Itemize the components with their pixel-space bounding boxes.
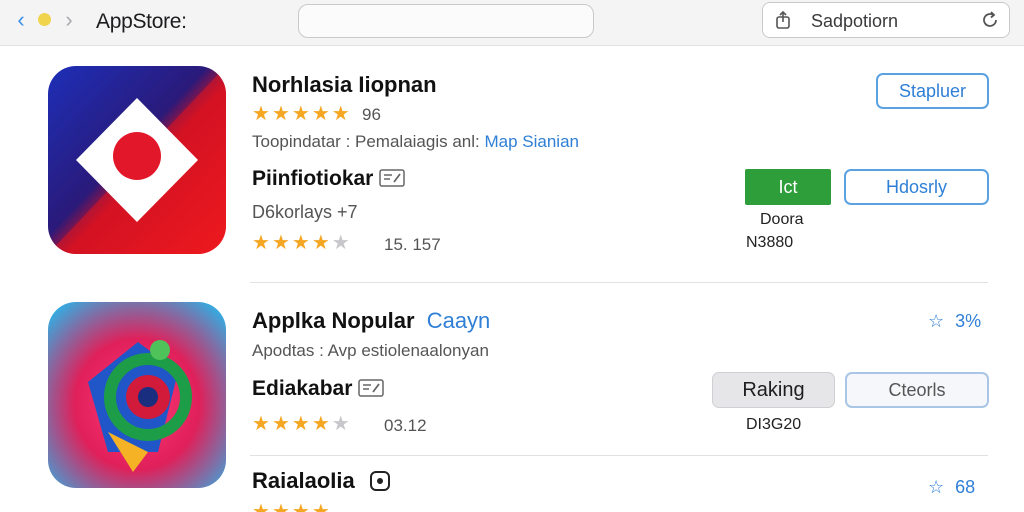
favorite-count-2: 3% — [955, 311, 982, 331]
chevron-left-icon[interactable]: ‹ — [10, 9, 32, 31]
star-icon: ★ — [252, 232, 270, 254]
star-icon: ★ — [311, 232, 330, 254]
row-divider — [250, 282, 988, 283]
star-rating-secondary-1: ★ ★ ★ ★ ★ — [252, 233, 350, 253]
developer-1: D6korlays +7 — [252, 202, 358, 222]
app-name-2[interactable]: Applka Nopular Caayn — [252, 308, 490, 334]
primary-button-2[interactable]: Raking — [712, 372, 835, 408]
star-icon: ★ — [271, 501, 290, 512]
star-icon: ★ — [291, 103, 310, 125]
star-outline-icon: ☆ — [928, 477, 945, 497]
app-description-2: Apodtas : Avp estiolenaalonyan — [252, 341, 489, 360]
star-rating-1: ★ ★ ★ ★ ★ — [252, 104, 350, 124]
app-title: AppStore: — [96, 10, 187, 33]
rating-count-1: 96 — [362, 105, 381, 124]
price-label-1: N3880 — [746, 234, 794, 251]
star-outline-icon: ☆ — [928, 311, 945, 331]
star-icon: ★ — [311, 103, 330, 125]
app-name-text: Applka Nopular — [252, 308, 415, 333]
rating-count-2: 03.12 — [384, 416, 427, 435]
app-name-3[interactable]: RaialaoIia — [252, 468, 391, 494]
star-icon: ★ — [291, 501, 310, 512]
rating-secondary-1: 15. 157 — [384, 235, 441, 254]
favorite-3[interactable]: ☆ 68 — [928, 477, 975, 498]
price-label-2: DI3G20 — [746, 416, 802, 433]
app-category-2[interactable]: Caayn — [427, 308, 491, 333]
share-icon[interactable] — [773, 10, 793, 30]
star-icon: ★ — [331, 232, 350, 254]
star-rating-3: ★ ★ ★ ★ — [252, 502, 330, 512]
chevron-right-icon[interactable]: › — [60, 9, 78, 31]
row-divider — [250, 455, 988, 456]
app-subname-1: Piinfiotiokar — [252, 167, 406, 191]
star-rating-2: ★ ★ ★ ★ ★ — [252, 414, 350, 434]
toolbar: ‹ › AppStore: Sadpotiorn — [0, 0, 1024, 46]
subname-text: Piinfiotiokar — [252, 167, 374, 190]
editor-badge-icon — [379, 169, 406, 187]
star-icon: ★ — [291, 413, 310, 435]
app-description-1: Toopindatar : Pemalaiagis anl: Map Siani… — [252, 132, 579, 152]
app-icon-2[interactable] — [48, 302, 226, 488]
address-bar[interactable] — [298, 4, 594, 38]
subname-text: Ediakabar — [252, 377, 353, 400]
star-icon: ★ — [271, 413, 290, 435]
get-button-1[interactable]: Ict — [745, 169, 831, 205]
description-link[interactable]: Map Sianian — [484, 132, 579, 151]
star-icon: ★ — [252, 103, 270, 125]
star-icon: ★ — [331, 413, 350, 435]
window-dot[interactable] — [38, 13, 51, 26]
star-icon: ★ — [311, 501, 330, 512]
secondary-button-1[interactable]: Hdosrly — [844, 169, 989, 205]
favorite-2[interactable]: ☆ 3% — [928, 311, 981, 332]
app-icon-1[interactable] — [48, 66, 226, 254]
star-icon: ★ — [252, 413, 270, 435]
star-icon: ★ — [271, 232, 290, 254]
camera-icon — [369, 471, 390, 491]
secondary-button-2[interactable]: Cteorls — [845, 372, 989, 408]
star-icon: ★ — [311, 413, 330, 435]
reload-icon[interactable] — [979, 9, 1001, 31]
star-icon: ★ — [271, 103, 290, 125]
search-text: Sadpotiorn — [811, 11, 899, 31]
star-icon: ★ — [331, 103, 350, 125]
size-label-1: Doora — [760, 211, 804, 228]
app-action-button-1[interactable]: Stapluer — [876, 73, 989, 109]
editor-badge-icon — [358, 379, 385, 397]
search-input[interactable]: Sadpotiorn — [762, 2, 1010, 38]
app-name-1[interactable]: Norhlasia Iiopnan — [252, 72, 437, 98]
favorite-count-3: 68 — [955, 477, 976, 497]
description-text: Toopindatar : Pemalaiagis anl: — [252, 132, 480, 151]
app-subname-2: Ediakabar — [252, 377, 385, 401]
star-icon: ★ — [252, 501, 270, 512]
star-icon: ★ — [291, 232, 310, 254]
app-name-text: RaialaoIia — [252, 468, 355, 493]
